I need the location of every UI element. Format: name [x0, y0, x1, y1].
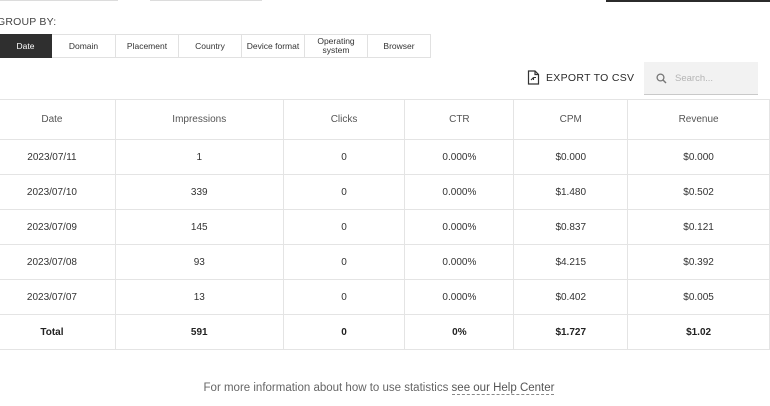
- cell-impressions: 1: [114, 139, 284, 175]
- tab-domain[interactable]: Domain: [52, 34, 116, 58]
- file-export-icon: [527, 70, 540, 85]
- cell-cpm: $1.480: [513, 174, 629, 210]
- table-row: 2023/07/10 339 0 0.000% $1.480 $0.502: [0, 174, 770, 210]
- help-footer: For more information about how to use st…: [0, 382, 758, 395]
- cell-date: 2023/07/07: [0, 279, 116, 315]
- cell-clicks: 0: [282, 209, 406, 245]
- cell-ctr: 0.000%: [404, 209, 515, 245]
- table-total-row: Total 591 0 0% $1.727 $1.02: [0, 314, 770, 350]
- cell-revenue: $0.121: [627, 209, 770, 245]
- cell-impressions: 13: [114, 279, 284, 315]
- help-text: For more information about how to use st…: [203, 382, 449, 394]
- search-icon: [656, 72, 667, 83]
- tab-date[interactable]: Date: [0, 34, 52, 58]
- group-by-label: GROUP BY:: [0, 16, 57, 28]
- cell-revenue: $0.000: [627, 139, 770, 175]
- table-row: 2023/07/08 93 0 0.000% $4.215 $0.392: [0, 244, 770, 280]
- cell-impressions: 93: [114, 244, 284, 280]
- column-header-revenue[interactable]: Revenue: [627, 99, 770, 140]
- search-box: [644, 62, 758, 95]
- table-row: 2023/07/07 13 0 0.000% $0.402 $0.005: [0, 279, 770, 315]
- cell-ctr: 0.000%: [404, 279, 515, 315]
- column-header-date[interactable]: Date: [0, 99, 116, 140]
- tab-placement[interactable]: Placement: [116, 34, 179, 58]
- total-ctr: 0%: [404, 314, 515, 350]
- cell-clicks: 0: [282, 244, 406, 280]
- total-impressions: 591: [114, 314, 284, 350]
- column-header-impressions[interactable]: Impressions: [114, 99, 284, 140]
- column-header-ctr[interactable]: CTR: [404, 99, 515, 140]
- total-cpm: $1.727: [513, 314, 629, 350]
- cell-clicks: 0: [282, 279, 406, 315]
- cell-impressions: 145: [114, 209, 284, 245]
- statistics-table: Date Impressions Clicks CTR CPM Revenue …: [0, 99, 770, 350]
- cell-revenue: $0.502: [627, 174, 770, 210]
- cell-impressions: 339: [114, 174, 284, 210]
- cell-ctr: 0.000%: [404, 244, 515, 280]
- export-csv-button[interactable]: EXPORT TO CSV: [527, 70, 634, 85]
- cell-cpm: $4.215: [513, 244, 629, 280]
- cell-revenue: $0.392: [627, 244, 770, 280]
- previous-button-edge: [606, 0, 770, 2]
- cell-date: 2023/07/11: [0, 139, 116, 175]
- export-csv-label: EXPORT TO CSV: [546, 71, 635, 84]
- cell-cpm: $0.402: [513, 279, 629, 315]
- cell-cpm: $0.000: [513, 139, 629, 175]
- previous-control-edge: [0, 0, 118, 1]
- cell-ctr: 0.000%: [404, 139, 515, 175]
- table-row: 2023/07/09 145 0 0.000% $0.837 $0.121: [0, 209, 770, 245]
- total-label: Total: [0, 314, 116, 350]
- tab-browser[interactable]: Browser: [368, 34, 431, 58]
- tab-device-format[interactable]: Device format: [242, 34, 305, 58]
- table-header-row: Date Impressions Clicks CTR CPM Revenue: [0, 99, 770, 140]
- top-edge: [0, 0, 770, 2]
- cell-date: 2023/07/09: [0, 209, 116, 245]
- total-clicks: 0: [282, 314, 406, 350]
- cell-cpm: $0.837: [513, 209, 629, 245]
- cell-clicks: 0: [282, 174, 406, 210]
- cell-revenue: $0.005: [627, 279, 770, 315]
- cell-ctr: 0.000%: [404, 174, 515, 210]
- cell-date: 2023/07/10: [0, 174, 116, 210]
- cell-date: 2023/07/08: [0, 244, 116, 280]
- search-input[interactable]: [675, 72, 755, 84]
- previous-control-edge: [150, 0, 262, 1]
- help-center-link[interactable]: see our Help Center: [451, 382, 555, 395]
- cell-clicks: 0: [282, 139, 406, 175]
- group-by-tabs: Date Domain Placement Country Device for…: [0, 34, 431, 58]
- table-row: 2023/07/11 1 0 0.000% $0.000 $0.000: [0, 139, 770, 175]
- total-revenue: $1.02: [627, 314, 770, 350]
- tab-country[interactable]: Country: [179, 34, 242, 58]
- column-header-clicks[interactable]: Clicks: [282, 99, 406, 140]
- tab-operating-system[interactable]: Operating system: [305, 34, 368, 58]
- column-header-cpm[interactable]: CPM: [513, 99, 629, 140]
